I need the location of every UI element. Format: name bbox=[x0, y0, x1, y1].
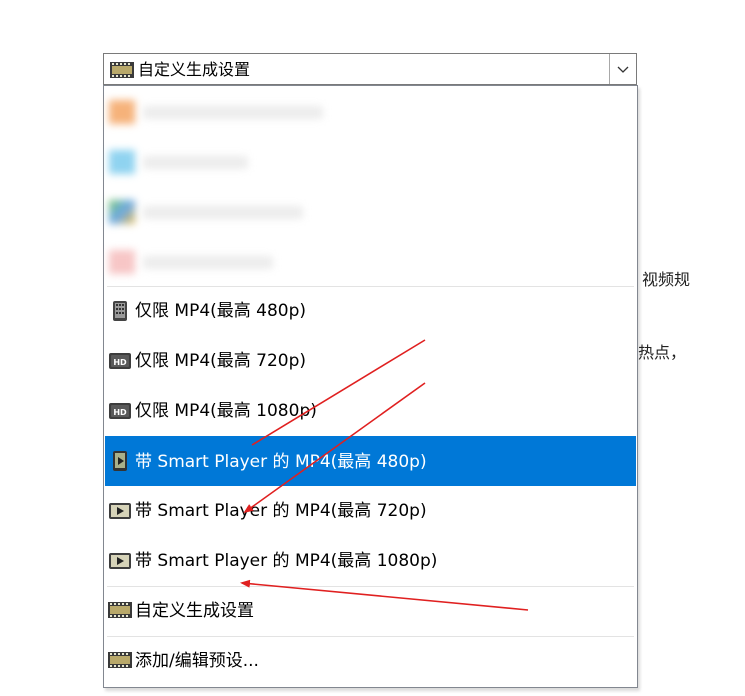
hd-badge-icon: HD bbox=[108, 350, 132, 372]
film-strip-icon bbox=[108, 652, 132, 674]
film-strip-icon bbox=[110, 62, 134, 82]
blurred-preset-item[interactable] bbox=[105, 94, 330, 130]
blurred-icon bbox=[109, 200, 135, 224]
blurred-preset-item[interactable] bbox=[105, 144, 330, 180]
preset-item-label: 仅限 MP4(最高 720p) bbox=[135, 351, 307, 371]
preset-item-label: 带 Smart Player 的 MP4(最高 1080p) bbox=[135, 551, 438, 571]
hd-badge-icon: HD bbox=[108, 400, 132, 422]
combobox-selected-value: 自定义生成设置 bbox=[138, 60, 251, 79]
blurred-icon bbox=[109, 150, 135, 174]
preset-item-label: 自定义生成设置 bbox=[135, 601, 254, 621]
preset-item-label: 添加/编辑预设... bbox=[135, 651, 259, 671]
svg-text:HD: HD bbox=[113, 358, 127, 367]
preset-item-mp4-480p[interactable]: 仅限 MP4(最高 480p) bbox=[105, 287, 636, 335]
preset-item-smart-player-480p[interactable]: 带 Smart Player 的 MP4(最高 480p) bbox=[105, 436, 636, 486]
dropdown-toggle-button[interactable] bbox=[609, 54, 636, 84]
play-icon bbox=[108, 550, 132, 572]
preset-dropdown-list: 仅限 MP4(最高 480p) HD 仅限 MP4(最高 720p) HD 仅限… bbox=[103, 85, 638, 688]
play-icon bbox=[108, 500, 132, 522]
preset-item-mp4-1080p[interactable]: HD 仅限 MP4(最高 1080p) bbox=[105, 387, 636, 435]
preset-combobox[interactable]: 自定义生成设置 bbox=[103, 53, 637, 85]
mobile-device-icon bbox=[108, 300, 132, 322]
preset-item-label: 仅限 MP4(最高 480p) bbox=[135, 301, 307, 321]
preset-item-mp4-720p[interactable]: HD 仅限 MP4(最高 720p) bbox=[105, 337, 636, 385]
preset-item-smart-player-1080p[interactable]: 带 Smart Player 的 MP4(最高 1080p) bbox=[105, 537, 636, 585]
add-edit-presets-item[interactable]: 添加/编辑预设... bbox=[105, 637, 636, 685]
preset-item-smart-player-720p[interactable]: 带 Smart Player 的 MP4(最高 720p) bbox=[105, 487, 636, 535]
preset-item-custom-settings[interactable]: 自定义生成设置 bbox=[105, 587, 636, 635]
blurred-preset-item[interactable] bbox=[105, 194, 330, 230]
svg-text:HD: HD bbox=[113, 408, 127, 417]
film-strip-icon bbox=[108, 602, 132, 624]
background-text-fragment: 热点， bbox=[638, 343, 687, 362]
blurred-icon bbox=[109, 100, 135, 124]
mobile-player-icon bbox=[108, 450, 132, 472]
preset-item-label: 仅限 MP4(最高 1080p) bbox=[135, 401, 317, 421]
preset-item-label: 带 Smart Player 的 MP4(最高 720p) bbox=[135, 501, 427, 521]
blurred-preset-item[interactable] bbox=[105, 244, 330, 280]
background-text-fragment: 视频规 bbox=[642, 270, 691, 289]
preset-item-label: 带 Smart Player 的 MP4(最高 480p) bbox=[135, 452, 427, 472]
blurred-icon bbox=[109, 250, 135, 274]
